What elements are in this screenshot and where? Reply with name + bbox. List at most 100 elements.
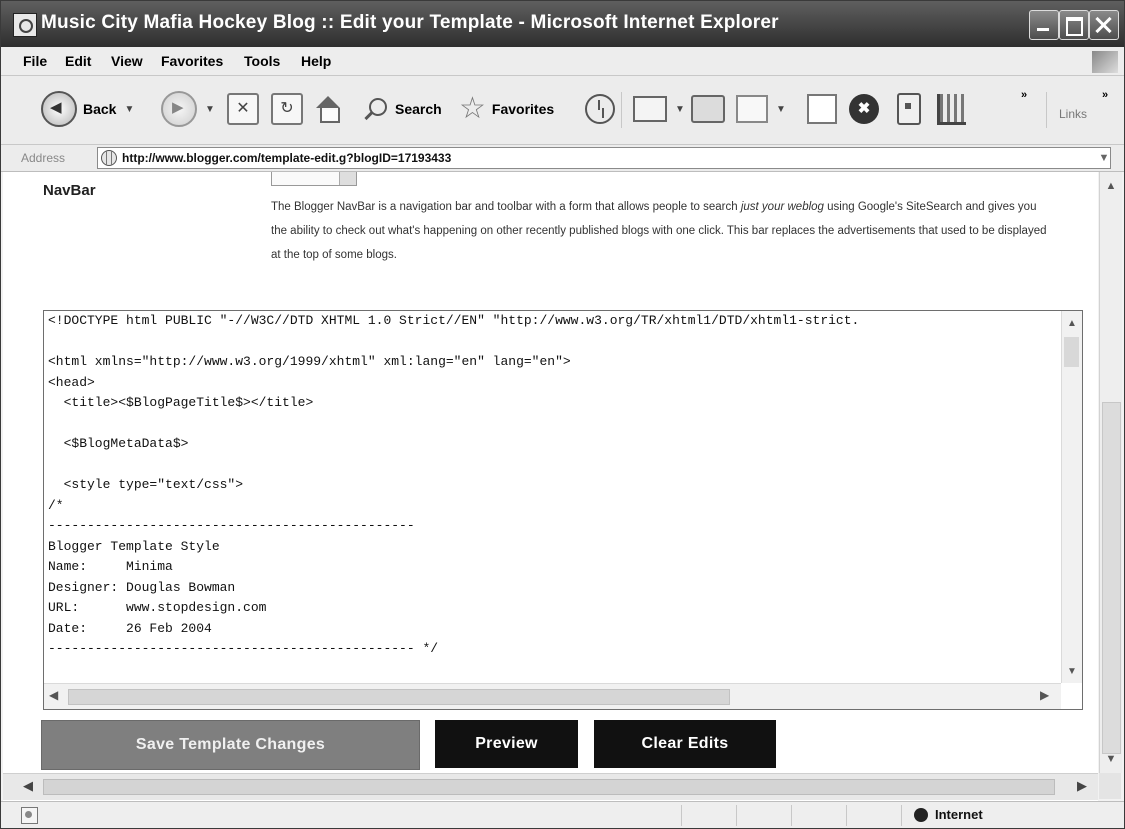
template-editor[interactable]: <!DOCTYPE html PUBLIC "-//W3C//DTD XHTML… [43,310,1083,710]
editor-horizontal-thumb[interactable] [68,689,730,705]
status-bar: Internet [1,801,1124,828]
messenger-icon: ✖ [849,94,879,124]
page-scroll-left-icon[interactable]: ◀ [23,778,33,794]
mail-dropdown-icon[interactable]: ▼ [675,104,685,115]
editor-scroll-up-icon[interactable]: ▲ [1062,315,1082,333]
page-vertical-scrollbar[interactable]: ▲ ▼ [1099,172,1122,773]
messenger-button[interactable]: ✖ [849,90,879,128]
scrollbar-corner [1099,773,1121,799]
forward-dropdown-icon[interactable]: ▼ [205,104,215,115]
template-code[interactable]: <!DOCTYPE html PUBLIC "-//W3C//DTD XHTML… [48,311,1058,681]
search-label: Search [395,101,442,117]
forward-arrow-icon [161,91,197,127]
address-url[interactable]: http://www.blogger.com/template-edit.g?b… [122,151,451,165]
search-button[interactable]: Search [363,90,442,128]
editor-scroll-down-icon[interactable]: ▼ [1062,663,1082,681]
maximize-button[interactable] [1059,10,1089,40]
navbar-description-emphasis: just your weblog [740,201,824,213]
favorites-label: Favorites [491,101,555,117]
search-icon [363,96,389,122]
menu-edit[interactable]: Edit [65,53,91,69]
toolbar-separator [1046,92,1047,128]
windows-flag-icon [1092,51,1118,73]
status-separator [846,805,847,826]
menu-favorites[interactable]: Favorites [161,53,223,69]
address-dropdown-icon[interactable]: ▼ [1095,148,1113,168]
minimize-button[interactable] [1029,10,1059,40]
page-scroll-up-icon[interactable]: ▲ [1100,176,1122,196]
history-icon [585,94,615,124]
page-horizontal-scrollbar[interactable]: ◀ ▶ [3,773,1098,800]
mail-button[interactable]: ▼ [633,90,685,128]
page-vertical-thumb[interactable] [1102,402,1121,754]
editor-horizontal-scrollbar[interactable]: ◀ ▶ [44,683,1061,709]
edit-dropdown-icon[interactable]: ▼ [776,104,786,115]
research-button[interactable] [937,90,966,128]
status-separator [736,805,737,826]
address-field[interactable]: http://www.blogger.com/template-edit.g?b… [97,147,1111,169]
edit-button[interactable]: ▼ [736,90,786,128]
forward-button[interactable]: ▼ [161,90,215,128]
status-separator [901,805,902,826]
back-label: Back [83,101,117,117]
discuss-icon [807,94,837,124]
page-icon [101,150,117,166]
navbar-heading: NavBar [43,182,96,199]
print-icon [691,95,725,123]
toolbar-separator [621,92,622,128]
refresh-button[interactable]: ↻ [271,90,303,128]
print-button[interactable] [691,90,725,128]
clear-edits-button[interactable]: Clear Edits [594,720,776,768]
navbar-description: The Blogger NavBar is a navigation bar a… [271,195,1051,267]
menu-bar: File Edit View Favorites Tools Help [1,47,1124,76]
mail-icon [633,96,667,122]
favorites-button[interactable]: ☆ Favorites [459,90,554,128]
editor-vertical-thumb[interactable] [1064,337,1079,367]
page-horizontal-thumb[interactable] [43,779,1055,795]
links-label[interactable]: Links [1059,107,1087,121]
research-icon [937,93,966,125]
ie-app-icon[interactable] [13,13,37,37]
page-scroll-down-icon[interactable]: ▼ [1100,749,1122,769]
back-button[interactable]: Back ▼ [41,90,134,128]
menu-file[interactable]: File [23,53,47,69]
stop-button[interactable]: ✕ [227,90,259,128]
editor-vertical-scrollbar[interactable]: ▲ ▼ [1061,311,1082,683]
preview-button[interactable]: Preview [435,720,578,768]
navbar-style-select[interactable] [271,172,357,186]
navbar-description-text: The Blogger NavBar is a navigation bar a… [271,201,741,213]
close-button[interactable] [1089,10,1119,40]
window-title: Music City Mafia Hockey Blog :: Edit you… [41,12,779,33]
page-scroll-right-icon[interactable]: ▶ [1077,778,1087,794]
back-dropdown-icon[interactable]: ▼ [124,104,134,115]
discuss-button[interactable] [807,90,837,128]
address-bar: Address http://www.blogger.com/template-… [1,145,1124,172]
mobile-button[interactable] [897,90,921,128]
editor-scroll-right-icon[interactable]: ▶ [1040,688,1049,702]
editor-scroll-left-icon[interactable]: ◀ [49,688,58,702]
page-status-icon [21,807,38,824]
mobile-device-icon [897,93,921,125]
menu-tools[interactable]: Tools [244,53,280,69]
menu-help[interactable]: Help [301,53,331,69]
toolbar-overflow-chevron-icon[interactable]: » [1021,89,1027,101]
refresh-icon: ↻ [271,93,303,125]
address-label: Address [21,151,66,165]
internet-zone-globe-icon [914,808,928,822]
title-bar: Music City Mafia Hockey Blog :: Edit you… [1,1,1124,47]
security-zone-label: Internet [935,807,983,822]
save-template-changes-button[interactable]: Save Template Changes [41,720,420,770]
browser-window: Music City Mafia Hockey Blog :: Edit you… [0,0,1125,829]
favorites-star-icon: ☆ [459,92,486,125]
status-separator [791,805,792,826]
back-arrow-icon [41,91,77,127]
links-overflow-chevron-icon[interactable]: » [1102,89,1108,101]
edit-page-icon [736,95,768,123]
page-content: NavBar The Blogger NavBar is a navigatio… [3,172,1098,801]
history-button[interactable] [585,90,615,128]
menu-view[interactable]: View [111,53,143,69]
standard-toolbar: Back ▼ ▼ ✕ ↻ Search ☆ Favorites [1,76,1124,145]
home-button[interactable] [313,90,343,128]
home-icon [313,94,343,124]
stop-icon: ✕ [227,93,259,125]
